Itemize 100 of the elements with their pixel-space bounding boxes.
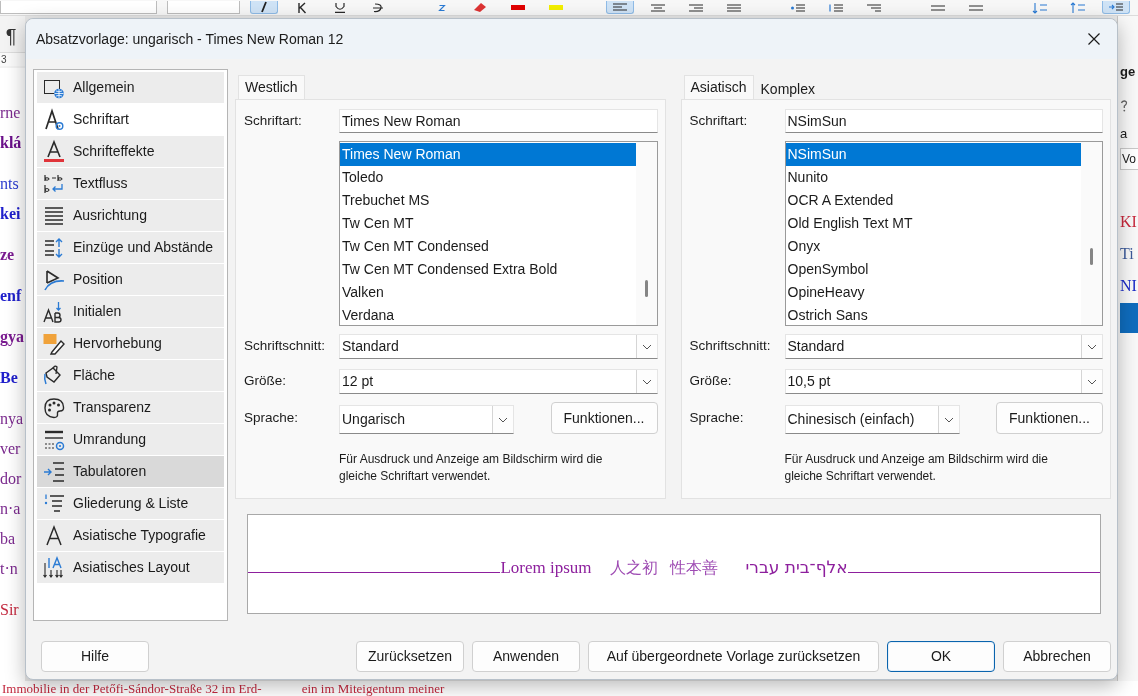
outline-list-icon [867, 3, 881, 12]
info-text: Für Ausdruck und Anzeige am Bildschirm wird die gleiche Schriftart verwendet. [784, 451, 1049, 485]
toolbar-button[interactable] [250, 1, 278, 14]
chevron-down-icon [1087, 378, 1097, 385]
font-list-item[interactable]: Tw Cen MT Condensed [340, 235, 636, 258]
category-item[interactable]: Textfluss [37, 168, 224, 199]
lines-icon [969, 4, 983, 11]
letter-a-icon [43, 524, 65, 547]
document-text: dor [0, 469, 23, 489]
style-item[interactable]: Ti [1120, 239, 1138, 269]
text-wrap-icon [43, 172, 65, 195]
eraser-icon [474, 3, 486, 12]
document-text: ver [0, 439, 22, 459]
font-list-item[interactable]: OpenSymbol [785, 258, 1081, 281]
color-bar-icon [549, 5, 563, 10]
category-item[interactable]: Einzüge und Abstände [37, 232, 224, 263]
category-item[interactable]: Fläche [37, 360, 224, 391]
letter-underline-icon [43, 140, 65, 163]
category-item[interactable]: Allgemein [37, 72, 224, 103]
numbered-list-icon [829, 3, 843, 12]
category-item[interactable]: Gliederung & Liste [37, 488, 224, 519]
category-item[interactable]: Transparenz [37, 392, 224, 423]
font-list-item[interactable]: NSimSun [785, 143, 1081, 166]
dialog-button[interactable]: Abbrechen [1003, 641, 1111, 672]
font-list-item[interactable]: Onyx [785, 235, 1081, 258]
field-label: Schriftart: [244, 111, 303, 130]
color-bar-icon [511, 5, 525, 10]
font-list-item[interactable]: Ostrich Sans [785, 304, 1081, 327]
tab-arrow-icon [43, 460, 65, 483]
document-text: kei [0, 204, 22, 224]
style-item[interactable]: NI [1120, 271, 1138, 301]
style-item[interactable]: KI [1120, 207, 1138, 237]
font-list-item[interactable]: Times New Roman [340, 143, 636, 166]
font-size-field[interactable] [167, 1, 240, 14]
category-item[interactable]: Asiatisches Layout [37, 552, 224, 583]
language-dropdown[interactable]: Chinesisch (einfach) [784, 405, 960, 434]
category-item[interactable]: Initialen [37, 296, 224, 327]
document-text: enf [0, 286, 23, 306]
document-text: ein im Miteigentum meiner [301, 681, 445, 696]
field-label: Schriftart: [689, 111, 749, 130]
field-label: Schriftschnitt: [244, 337, 327, 356]
letter-k-icon [298, 2, 306, 13]
scrollbar-thumb[interactable] [1090, 248, 1093, 265]
strikethrough-icon [373, 2, 383, 13]
tab[interactable]: Westlich [238, 75, 305, 99]
category-item[interactable]: Ausrichtung [37, 200, 224, 231]
font-list-item[interactable]: Tw Cen MT [340, 212, 636, 235]
dialog-button[interactable]: Anwenden [472, 641, 580, 672]
font-list-item[interactable]: OpineHeavy [785, 281, 1081, 304]
align-right-icon [689, 3, 703, 12]
font-size-dropdown[interactable]: 10,5 pt [784, 369, 1103, 394]
font-name-field[interactable]: NSimSun [784, 109, 1103, 133]
dialog-button[interactable]: Auf übergeordnete Vorlage zurücksetzen [588, 641, 879, 672]
font-style-dropdown[interactable]: Standard [339, 334, 658, 359]
scrollbar-track[interactable] [1081, 142, 1102, 325]
document-text: gya [0, 327, 25, 348]
category-item[interactable]: Position [37, 264, 224, 295]
scrollbar-thumb[interactable] [644, 280, 648, 297]
font-list-item[interactable]: Nunito [785, 166, 1081, 189]
category-item[interactable]: Schrifteffekte [37, 136, 224, 167]
pointer-curve-icon [43, 268, 65, 291]
features-button[interactable]: Funktionen... [550, 402, 658, 434]
scrollbar-track[interactable] [635, 142, 657, 325]
category-item[interactable]: Asiatische Typografie [37, 520, 224, 551]
align-left-icon [613, 3, 627, 11]
formatting-marks-button[interactable]: ¶ [0, 24, 22, 48]
font-list-item[interactable]: Trebuchet MS [340, 189, 636, 212]
category-item[interactable]: Hervorhebung [37, 328, 224, 359]
category-item[interactable]: Umrandung [37, 424, 224, 455]
font-list-item[interactable]: Verdana [340, 304, 636, 327]
document-text: t·n [0, 559, 19, 579]
document-text: nya [0, 409, 25, 430]
font-name-field[interactable]: Times New Roman [339, 109, 658, 133]
font-list-item[interactable]: Tw Cen MT Condensed Extra Bold [340, 258, 636, 281]
font-list-item[interactable]: OCR A Extended [785, 189, 1081, 212]
down-arrows-letter-icon [43, 556, 65, 579]
font-list-item[interactable]: Valken [340, 281, 636, 304]
font-list-item[interactable]: Old English Text MT [785, 212, 1081, 235]
chevron-down-icon [641, 343, 652, 350]
ruler-number: 3 [0, 53, 7, 66]
dialog-button[interactable]: Zurücksetzen [356, 641, 464, 672]
chevron-down-icon [943, 416, 954, 423]
features-button[interactable]: Funktionen... [996, 402, 1103, 434]
ok-button[interactable]: OK [887, 641, 995, 672]
align-center-icon [651, 3, 665, 12]
tab[interactable]: Asiatisch [683, 75, 754, 99]
document-text: rne [0, 103, 22, 123]
help-button[interactable]: Hilfe [41, 641, 149, 672]
category-item[interactable]: Tabulatoren [37, 456, 224, 487]
filter-field[interactable]: Vo [1120, 148, 1138, 170]
font-size-dropdown[interactable]: 12 pt [339, 369, 658, 394]
field-label: Sprache: [244, 408, 300, 427]
question-mark-icon [1120, 100, 1128, 112]
font-name-field[interactable] [0, 1, 157, 14]
tab[interactable]: Komplex [753, 75, 822, 99]
letter-z-icon [439, 4, 445, 11]
info-text: Für Ausdruck und Anzeige am Bildschirm wird die gleiche Schriftart verwendet. [339, 451, 604, 485]
language-dropdown[interactable]: Ungarisch [339, 405, 514, 434]
font-style-dropdown[interactable]: Standard [784, 334, 1103, 359]
font-list-item[interactable]: Toledo [340, 166, 636, 189]
